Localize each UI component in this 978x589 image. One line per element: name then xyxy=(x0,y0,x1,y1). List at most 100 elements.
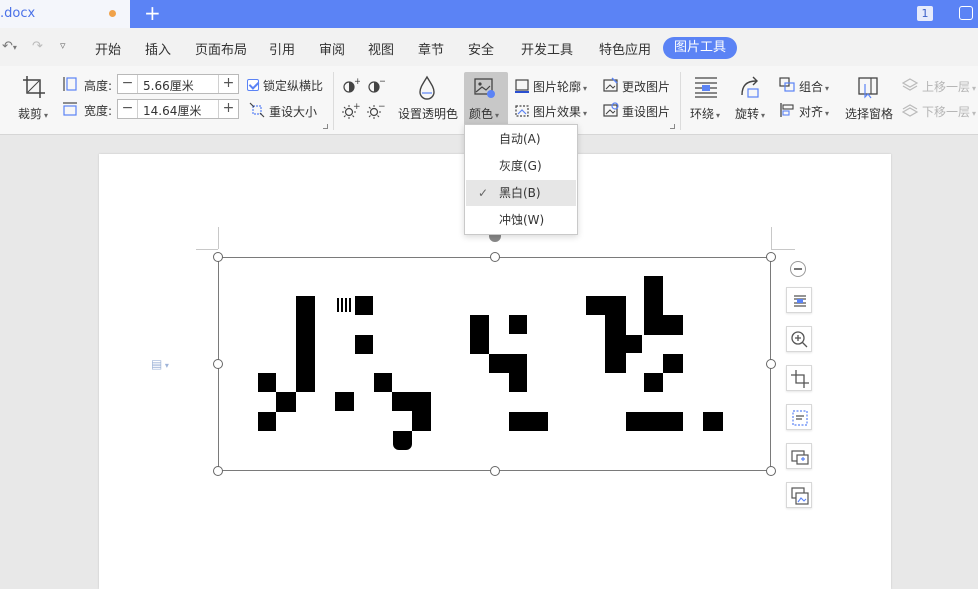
change-picture-icon xyxy=(603,77,618,92)
picture-effects-icon xyxy=(515,105,529,117)
picture-effects-side-button[interactable] xyxy=(786,482,812,508)
color-dropdown-menu: 自动(A) 灰度(G) ✓ 黑白(B) 冲蚀(W) xyxy=(464,124,578,235)
resize-handle-top-right[interactable] xyxy=(766,252,776,262)
width-increase-button[interactable]: + xyxy=(218,100,238,118)
collapse-toolbar-icon[interactable] xyxy=(790,261,806,277)
picture-outline-label: 图片轮廓 xyxy=(533,80,582,94)
picture-color-icon xyxy=(474,78,495,98)
svg-text:−: − xyxy=(379,78,385,87)
picture-dialog-launcher-icon[interactable] xyxy=(670,124,675,129)
menu-home[interactable]: 开始 xyxy=(95,39,121,58)
increase-contrast-icon[interactable]: + xyxy=(342,78,360,94)
ribbon-separator xyxy=(333,72,334,130)
crop-side-button[interactable] xyxy=(786,365,812,391)
menu-insert[interactable]: 插入 xyxy=(145,39,171,58)
color-option-black-white[interactable]: ✓ 黑白(B) xyxy=(466,180,576,206)
resize-handle-top-left[interactable] xyxy=(213,252,223,262)
zoom-preview-button[interactable] xyxy=(786,326,812,352)
group-icon xyxy=(779,77,795,92)
lock-ratio-checkbox[interactable] xyxy=(247,79,259,91)
width-icon xyxy=(63,102,77,116)
resize-handle-top[interactable] xyxy=(490,252,500,262)
height-value: 5.66厘米 xyxy=(143,79,194,93)
group-label: 组合 xyxy=(799,80,824,94)
change-picture-label: 更改图片 xyxy=(622,80,671,94)
window-count-badge[interactable]: 1 xyxy=(917,6,933,21)
reset-picture-icon xyxy=(603,102,619,117)
send-backward-label: 下移一层 xyxy=(922,105,971,119)
reset-picture-label: 重设图片 xyxy=(622,105,671,119)
quick-access-dropdown-icon[interactable]: ▿ xyxy=(60,39,66,52)
svg-text:−: − xyxy=(378,103,385,112)
margin-mark xyxy=(771,227,772,249)
menu-chapter[interactable]: 章节 xyxy=(418,39,444,58)
svg-text:+: + xyxy=(354,78,360,87)
resize-handle-bottom-right[interactable] xyxy=(766,466,776,476)
color-option-auto[interactable]: 自动(A) xyxy=(466,126,576,152)
picture-extract-button[interactable] xyxy=(786,404,812,430)
document-tab[interactable]: .docx xyxy=(0,0,130,28)
lock-ratio-label: 锁定纵横比 xyxy=(263,79,324,93)
width-decrease-button[interactable]: − xyxy=(118,100,138,118)
menu-picture-tools[interactable]: 图片工具 xyxy=(663,37,737,59)
decrease-contrast-icon[interactable]: − xyxy=(367,78,385,94)
paragraph-layout-icon[interactable]: ▤ ▾ xyxy=(151,357,169,371)
ribbon-separator xyxy=(680,72,681,130)
height-decrease-button[interactable]: − xyxy=(118,75,138,93)
resize-handle-bottom[interactable] xyxy=(490,466,500,476)
color-option-grayscale[interactable]: 灰度(G) xyxy=(466,153,576,179)
height-label: 高度: xyxy=(84,79,113,93)
crop-icon xyxy=(23,76,45,98)
undo-icon[interactable]: ↶▾ xyxy=(2,39,17,54)
rotate-label: 旋转 xyxy=(735,107,760,121)
menu-developer-tools[interactable]: 开发工具 xyxy=(521,39,573,58)
picture-edit-icon xyxy=(791,487,809,505)
increase-brightness-icon[interactable]: + xyxy=(342,103,360,119)
color-option-black-white-label: 黑白(B) xyxy=(499,186,541,200)
decrease-brightness-icon[interactable]: − xyxy=(367,103,385,119)
height-input[interactable]: − 5.66厘米 + xyxy=(117,74,239,94)
wrap-text-icon xyxy=(695,77,717,98)
reset-size-icon xyxy=(249,102,265,118)
align-icon xyxy=(780,103,794,117)
wrap-label: 环绕 xyxy=(690,107,715,121)
color-option-washout-label: 冲蚀(W) xyxy=(499,213,545,227)
insert-picture-icon xyxy=(791,450,809,465)
set-transparent-label: 设置透明色 xyxy=(398,107,459,121)
reset-size-label: 重设大小 xyxy=(269,105,318,119)
resize-handle-right[interactable] xyxy=(766,359,776,369)
account-icon[interactable] xyxy=(959,6,973,20)
new-tab-button[interactable]: + xyxy=(144,3,161,23)
selection-pane-label: 选择窗格 xyxy=(845,107,894,121)
menu-bar: ↶▾ ↷ ▿ 开始 插入 页面布局 引用 审阅 视图 章节 安全 开发工具 特色… xyxy=(0,28,978,66)
layout-options-icon xyxy=(794,295,806,307)
insert-picture-button[interactable] xyxy=(786,443,812,469)
crop-icon xyxy=(791,370,809,388)
margin-mark xyxy=(771,249,795,250)
crop-label: 裁剪 xyxy=(18,107,43,121)
menu-references[interactable]: 引用 xyxy=(269,39,295,58)
menu-review[interactable]: 审阅 xyxy=(319,39,345,58)
size-dialog-launcher-icon[interactable] xyxy=(323,124,328,129)
color-option-washout[interactable]: 冲蚀(W) xyxy=(466,207,576,233)
picture-effects-label: 图片效果 xyxy=(533,105,582,119)
extract-text-icon xyxy=(792,410,808,426)
menu-security[interactable]: 安全 xyxy=(468,39,494,58)
menu-view[interactable]: 视图 xyxy=(368,39,394,58)
document-tab-label: .docx xyxy=(0,6,36,21)
width-input[interactable]: − 14.64厘米 + xyxy=(117,99,239,119)
resize-handle-left[interactable] xyxy=(213,359,223,369)
send-backward-icon xyxy=(902,104,919,117)
height-icon xyxy=(63,77,77,91)
menu-page-layout[interactable]: 页面布局 xyxy=(195,39,247,58)
menu-special-apps[interactable]: 特色应用 xyxy=(599,39,651,58)
transparent-drop-icon xyxy=(419,75,435,100)
title-bar: .docx + 1 xyxy=(0,0,978,28)
layout-options-button[interactable] xyxy=(786,287,812,313)
color-button[interactable]: 颜色 ▾ xyxy=(464,72,508,128)
redo-icon[interactable]: ↷ xyxy=(32,39,43,54)
resize-handle-bottom-left[interactable] xyxy=(213,466,223,476)
color-label: 颜色 xyxy=(469,107,494,121)
margin-mark xyxy=(218,227,219,249)
height-increase-button[interactable]: + xyxy=(218,75,238,93)
